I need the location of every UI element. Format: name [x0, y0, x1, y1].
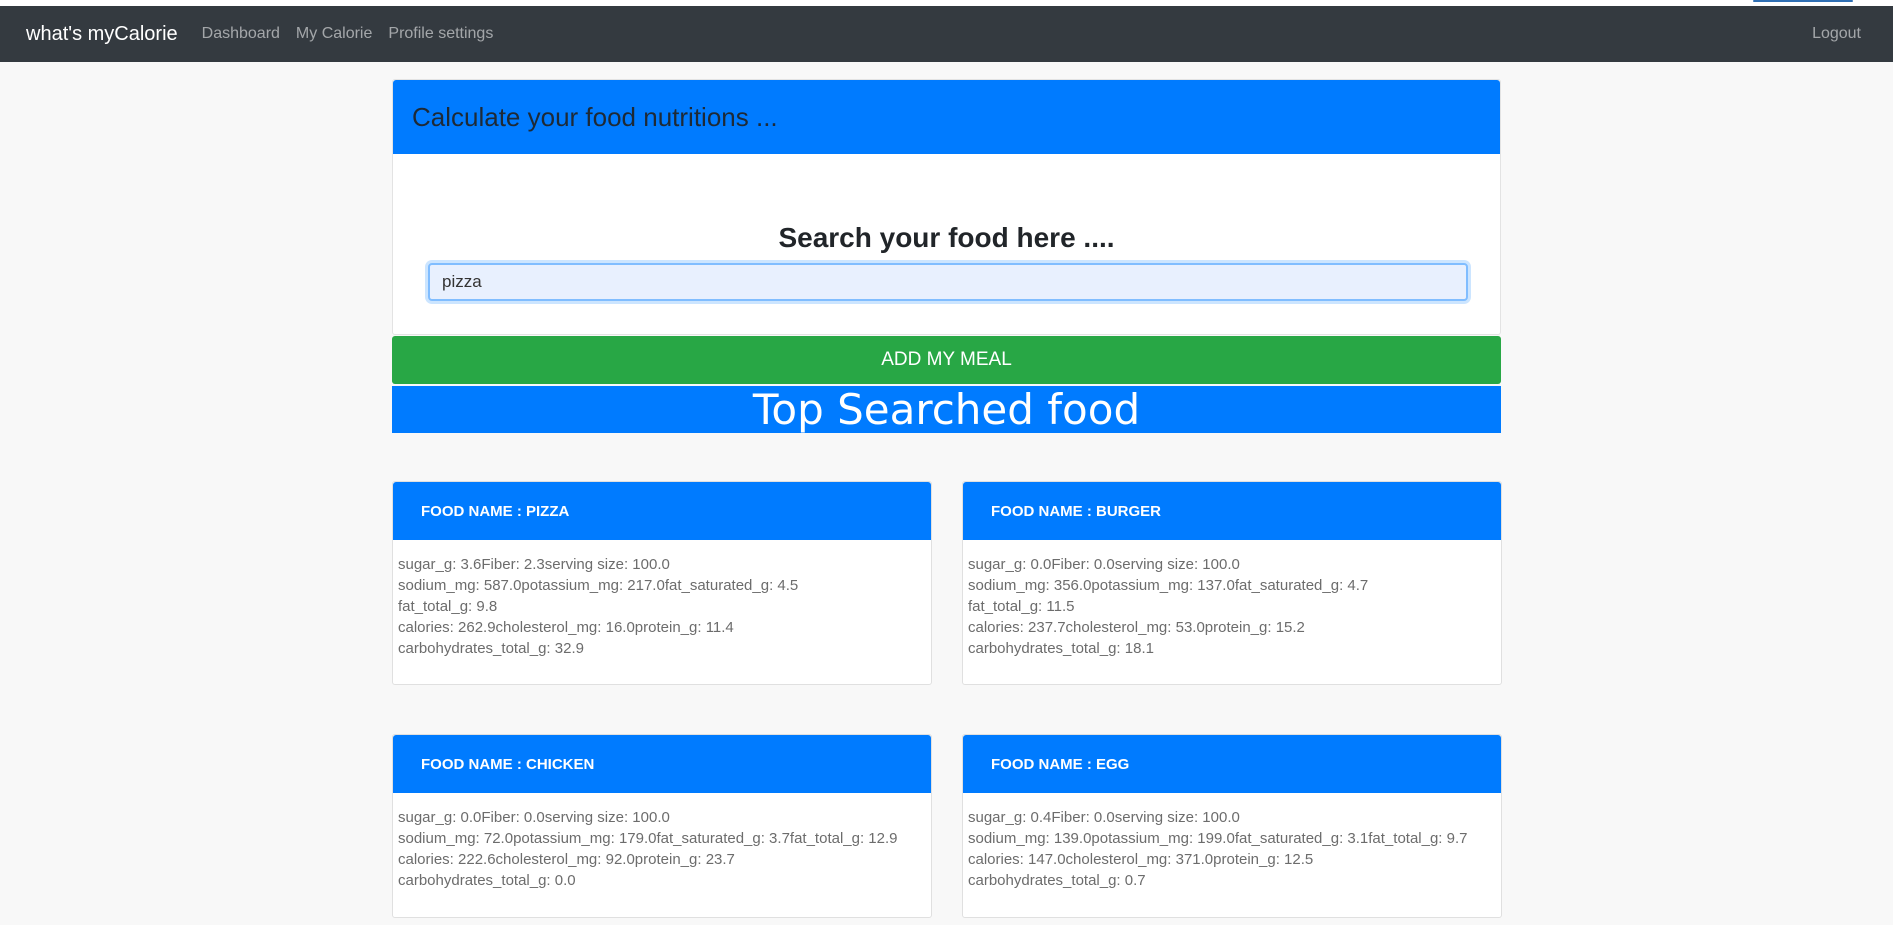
- food-card-pizza: FOOD NAME : PIZZA sugar_g: 3.6Fiber: 2.3…: [392, 481, 932, 685]
- nav-link-profile-settings[interactable]: Profile settings: [388, 25, 493, 43]
- nutrition-line: carbohydrates_total_g: 0.7: [968, 872, 1146, 889]
- nutrition-line: sugar_g: 0.0Fiber: 0.0serving size: 100.…: [398, 809, 670, 826]
- nutrition-line: carbohydrates_total_g: 32.9: [398, 640, 584, 657]
- nutrition-line: sugar_g: 0.4Fiber: 0.0serving size: 100.…: [968, 809, 1240, 826]
- food-nutrition-details: sugar_g: 3.6Fiber: 2.3serving size: 100.…: [393, 540, 931, 679]
- food-card-burger: FOOD NAME : BURGER sugar_g: 0.0Fiber: 0.…: [962, 481, 1502, 685]
- food-nutrition-details: sugar_g: 0.4Fiber: 0.0serving size: 100.…: [963, 793, 1501, 911]
- food-card-chicken: FOOD NAME : CHICKEN sugar_g: 0.0Fiber: 0…: [392, 734, 932, 918]
- search-heading: Search your food here ....: [778, 222, 1115, 253]
- food-card-header: FOOD NAME : CHICKEN: [393, 735, 931, 793]
- add-meal-button[interactable]: ADD MY MEAL: [392, 336, 1501, 384]
- food-card-header: FOOD NAME : PIZZA: [393, 482, 931, 540]
- nutrition-line: sodium_mg: 587.0potassium_mg: 217.0fat_s…: [398, 577, 799, 594]
- nutrition-line: fat_total_g: 11.5: [968, 598, 1075, 615]
- nutrition-line: sodium_mg: 356.0potassium_mg: 137.0fat_s…: [968, 577, 1369, 594]
- nutrition-line: sodium_mg: 72.0potassium_mg: 179.0fat_sa…: [398, 830, 898, 847]
- food-search-input[interactable]: [428, 263, 1468, 301]
- calculator-header: Calculate your food nutritions ...: [393, 80, 1500, 154]
- nav-link-dashboard[interactable]: Dashboard: [202, 25, 280, 43]
- food-card-header: FOOD NAME : EGG: [963, 735, 1501, 793]
- nutrition-line: calories: 237.7cholesterol_mg: 53.0prote…: [968, 619, 1305, 636]
- nutrition-line: sugar_g: 3.6Fiber: 2.3serving size: 100.…: [398, 556, 670, 573]
- calculator-title: Calculate your food nutritions ...: [412, 101, 778, 132]
- food-name: FOOD NAME : BURGER: [991, 502, 1161, 520]
- top-strip-accent: [1753, 0, 1853, 2]
- top-searched-banner: Top Searched food: [392, 385, 1501, 434]
- nutrition-line: carbohydrates_total_g: 18.1: [968, 640, 1154, 657]
- food-nutrition-details: sugar_g: 0.0Fiber: 0.0serving size: 100.…: [393, 793, 931, 911]
- nutrition-line: calories: 147.0cholesterol_mg: 371.0prot…: [968, 851, 1314, 868]
- food-name: FOOD NAME : PIZZA: [421, 502, 570, 520]
- food-name: FOOD NAME : EGG: [991, 755, 1130, 773]
- nutrition-line: sodium_mg: 139.0potassium_mg: 199.0fat_s…: [968, 830, 1468, 847]
- food-card-egg: FOOD NAME : EGG sugar_g: 0.4Fiber: 0.0se…: [962, 734, 1502, 918]
- logout-link[interactable]: Logout: [1812, 25, 1861, 43]
- brand-link[interactable]: what's myCalorie: [26, 23, 178, 46]
- navbar: what's myCalorie Dashboard My Calorie Pr…: [0, 6, 1893, 62]
- nutrition-line: sugar_g: 0.0Fiber: 0.0serving size: 100.…: [968, 556, 1240, 573]
- nav-link-my-calorie[interactable]: My Calorie: [296, 25, 372, 43]
- nutrition-line: fat_total_g: 9.8: [398, 598, 498, 615]
- food-name: FOOD NAME : CHICKEN: [421, 755, 595, 773]
- nutrition-line: calories: 262.9cholesterol_mg: 16.0prote…: [398, 619, 734, 636]
- food-nutrition-details: sugar_g: 0.0Fiber: 0.0serving size: 100.…: [963, 540, 1501, 679]
- nutrition-line: carbohydrates_total_g: 0.0: [398, 872, 576, 889]
- calculator-card: Calculate your food nutritions ... Searc…: [392, 79, 1501, 335]
- nutrition-line: calories: 222.6cholesterol_mg: 92.0prote…: [398, 851, 735, 868]
- food-card-header: FOOD NAME : BURGER: [963, 482, 1501, 540]
